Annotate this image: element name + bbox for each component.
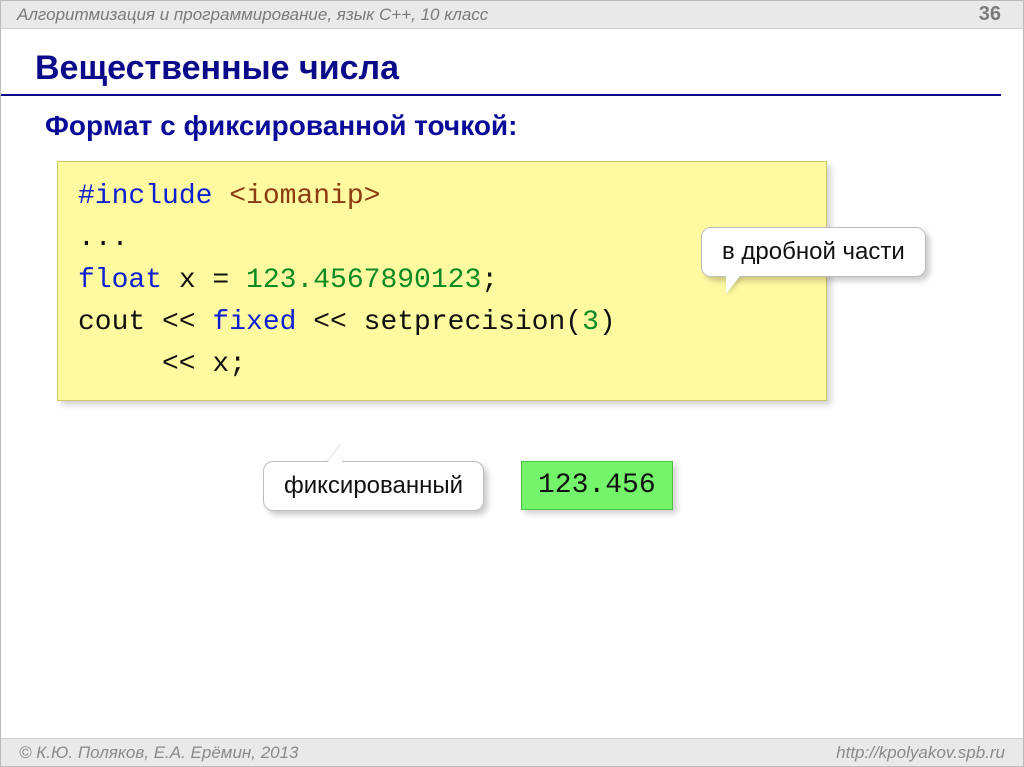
slide-title: Вещественные числа xyxy=(1,29,1001,96)
semicolon: ; xyxy=(481,265,498,296)
code-line-ellipsis: ... xyxy=(78,218,806,260)
code-line-include: #include <iomanip> xyxy=(78,176,806,218)
var-decl: x = xyxy=(162,265,246,296)
setprecision-call: << setprecision( xyxy=(296,307,582,338)
code-block: #include <iomanip> ... float x = 123.456… xyxy=(57,161,827,401)
callout-fixed: фиксированный xyxy=(263,461,484,511)
slide: Алгоритмизация и программирование, язык … xyxy=(0,0,1024,767)
callout-tail-icon xyxy=(328,444,342,462)
slide-subtitle: Формат с фиксированной точкой: xyxy=(1,96,1023,152)
cout-x: << x; xyxy=(162,349,246,380)
include-lib: <iomanip> xyxy=(229,181,380,212)
code-line-cout2: << x; xyxy=(78,344,806,386)
page-number: 36 xyxy=(979,3,1001,26)
footer-copyright: © К.Ю. Поляков, Е.А. Ерёмин, 2013 xyxy=(19,743,299,763)
code-line-decl: float x = 123.4567890123; xyxy=(78,260,806,302)
include-keyword: #include xyxy=(78,181,212,212)
footer-url: http://kpolyakov.spb.ru xyxy=(836,743,1005,763)
float-keyword: float xyxy=(78,265,162,296)
callout-fixed-label: фиксированный xyxy=(284,472,463,499)
callout-tail-icon xyxy=(726,276,740,294)
breadcrumb: Алгоритмизация и программирование, язык … xyxy=(17,5,488,25)
header-bar: Алгоритмизация и программирование, язык … xyxy=(1,1,1023,29)
footer-bar: © К.Ю. Поляков, Е.А. Ерёмин, 2013 http:/… xyxy=(1,738,1023,766)
code-line-cout1: cout << fixed << setprecision(3) xyxy=(78,302,806,344)
fixed-keyword: fixed xyxy=(212,307,296,338)
float-literal: 123.4567890123 xyxy=(246,265,481,296)
output-result: 123.456 xyxy=(521,461,673,510)
precision-arg: 3 xyxy=(582,307,599,338)
close-paren: ) xyxy=(599,307,616,338)
callout-fractional: в дробной части xyxy=(701,227,926,277)
callout-fractional-label: в дробной части xyxy=(722,238,905,265)
cout-prefix: cout << xyxy=(78,307,212,338)
